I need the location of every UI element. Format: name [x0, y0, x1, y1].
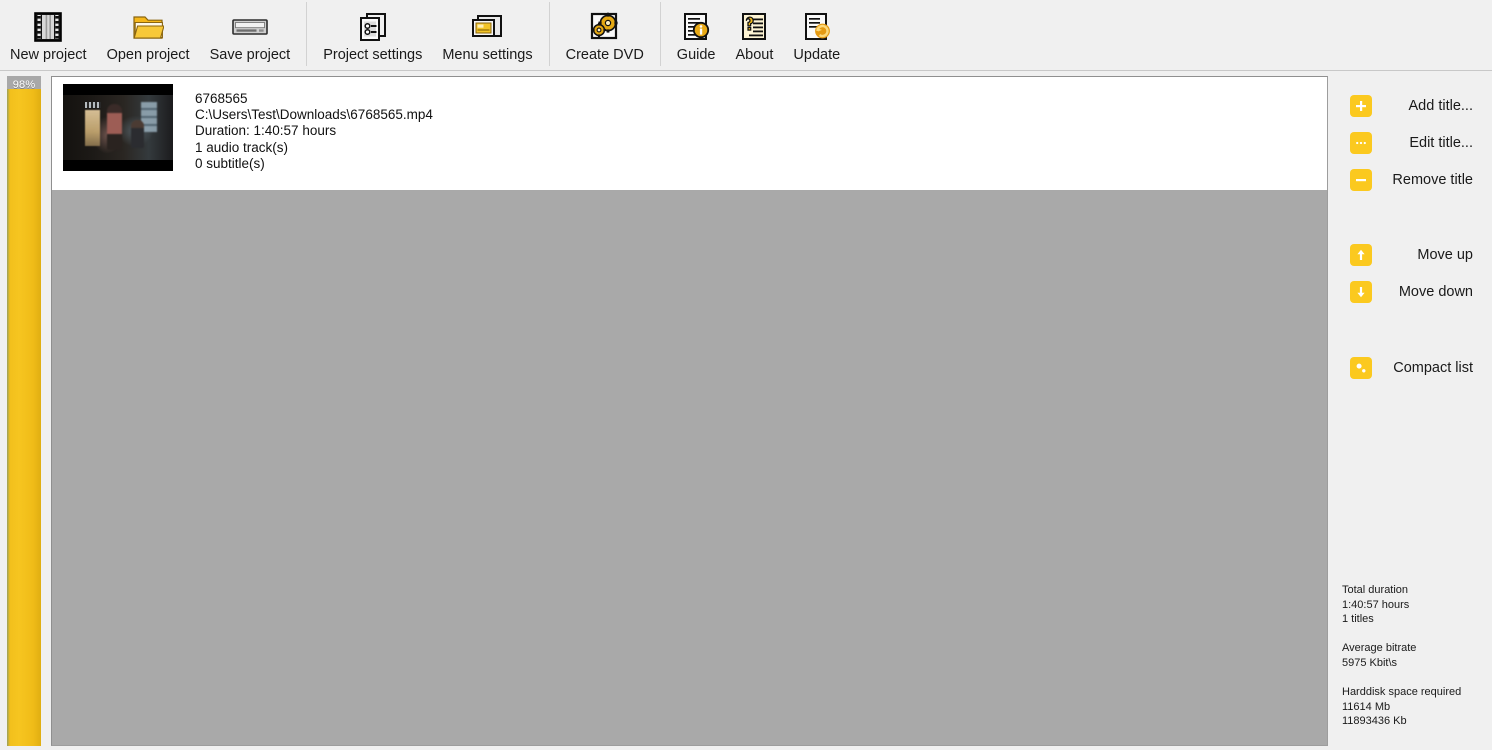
toolbar-group-project: New project Open project Save project — [0, 0, 300, 70]
toolbar-label: Open project — [106, 47, 190, 63]
sidebar-label: Move down — [1398, 284, 1473, 300]
plus-icon — [1350, 95, 1372, 117]
stats-bitrate-value: 5975 Kbit\s — [1342, 656, 1398, 669]
toolbar-button-save-project[interactable]: Save project — [200, 0, 301, 70]
toolbar-label: Menu settings — [442, 47, 533, 63]
sidebar-button-edit-title[interactable]: Edit title... — [1331, 130, 1492, 156]
toolbar-button-create-dvd[interactable]: Create DVD — [556, 0, 654, 70]
toolbar-button-menu-settings[interactable]: Menu settings — [432, 0, 542, 70]
title-thumbnail — [63, 84, 173, 171]
toolbar-button-guide[interactable]: Guide — [667, 0, 726, 70]
folder-open-icon — [132, 9, 165, 45]
toolbar-label: Guide — [676, 47, 716, 63]
stats-titles-count: 1 titles — [1342, 613, 1374, 625]
thumbnail-doorway — [85, 110, 100, 146]
title-path: C:\Users\Test\Downloads\6768565.mp4 — [195, 107, 433, 123]
stats-harddisk-kb: 11893436 Kb — [1342, 715, 1407, 727]
window-bottom-edge — [0, 746, 1492, 750]
toolbar-label: Create DVD — [565, 47, 644, 63]
stats-harddisk-mb: 11614 Mb — [1342, 700, 1391, 713]
toolbar-label: About — [735, 47, 774, 63]
toolbar-label: Save project — [209, 47, 291, 63]
minus-icon — [1350, 169, 1372, 191]
stats-harddisk-space: Harddisk space required 11614 Mb 1189343… — [1342, 685, 1492, 729]
menu-settings-icon — [471, 9, 503, 45]
title-audio-tracks: 1 audio track(s) — [195, 139, 289, 155]
sidebar-button-remove-title[interactable]: Remove title — [1331, 167, 1492, 193]
arrow-up-icon — [1350, 244, 1372, 266]
update-document-icon — [802, 9, 832, 45]
title-list-item[interactable]: 6768565 C:\Users\Test\Downloads\6768565.… — [52, 77, 1327, 190]
stats-total-duration-label: Total duration — [1342, 584, 1409, 596]
toolbar-button-open-project[interactable]: Open project — [97, 0, 200, 70]
title-subtitles: 0 subtitle(s) — [195, 155, 265, 171]
dvd-authoring-window: New project Open project Save project Pr… — [0, 0, 1492, 750]
disc-usage-progress-bar: 98% — [7, 76, 41, 746]
ellipsis-icon — [1350, 132, 1372, 154]
title-duration: Duration: 1:40:57 hours — [195, 123, 337, 139]
toolbar-button-about[interactable]: About — [726, 0, 784, 70]
toolbar-group-settings: Project settings Menu settings — [313, 0, 542, 70]
gears-disc-icon — [588, 9, 622, 45]
toolbar-separator-3 — [659, 2, 661, 66]
disc-usage-percent-label: 98% — [12, 79, 36, 91]
title-list-panel[interactable]: 6768565 C:\Users\Test\Downloads\6768565.… — [51, 76, 1328, 746]
compact-list-icon — [1350, 357, 1372, 379]
sidebar-label: Move up — [1417, 247, 1473, 263]
toolbar-separator-2 — [548, 2, 550, 66]
sidebar-label: Edit title... — [1409, 135, 1473, 151]
toolbar-button-update[interactable]: Update — [783, 0, 850, 70]
toolbar-button-project-settings[interactable]: Project settings — [313, 0, 432, 70]
arrow-down-icon — [1350, 281, 1372, 303]
disc-usage-progress-fill — [7, 89, 41, 746]
stats-total-duration-value: 1:40:57 hours — [1342, 598, 1410, 611]
toolbar-group-help: Guide About Update — [667, 0, 850, 70]
sidebar-label: Compact list — [1393, 360, 1473, 376]
film-strip-icon — [33, 9, 63, 45]
sidebar-label: Add title... — [1408, 98, 1473, 114]
toolbar-label: Project settings — [323, 47, 423, 63]
sidebar-label: Remove title — [1392, 172, 1473, 188]
sidebar-button-move-up[interactable]: Move up — [1331, 242, 1492, 268]
title-name: 6768565 — [195, 91, 248, 106]
toolbar-group-create: Create DVD — [556, 0, 654, 70]
thumbnail-figure-main — [107, 104, 122, 150]
stats-harddisk-label: Harddisk space required — [1342, 686, 1462, 698]
thumbnail-vent — [85, 102, 101, 108]
sidebar-button-move-down[interactable]: Move down — [1331, 279, 1492, 305]
stats-bitrate-label: Average bitrate — [1342, 642, 1417, 654]
question-document-icon — [739, 9, 769, 45]
project-settings-icon — [357, 9, 389, 45]
sidebar-button-compact-list[interactable]: Compact list — [1331, 355, 1492, 381]
toolbar-button-new-project[interactable]: New project — [0, 0, 97, 70]
right-sidebar: Add title... Edit title... Remove title — [1331, 71, 1492, 750]
thumbnail-figure-secondary — [131, 120, 144, 148]
toolbar-separator-1 — [306, 2, 308, 66]
floppy-disk-icon — [232, 9, 268, 45]
toolbar-label: New project — [10, 47, 87, 63]
info-document-icon — [681, 9, 711, 45]
main-toolbar: New project Open project Save project Pr… — [0, 0, 1492, 71]
toolbar-label: Update — [793, 47, 841, 63]
sidebar-button-add-title[interactable]: Add title... — [1331, 93, 1492, 119]
stats-average-bitrate: Average bitrate 5975 Kbit\s — [1342, 641, 1492, 670]
title-metadata: 6768565 C:\Users\Test\Downloads\6768565.… — [173, 84, 433, 172]
stats-total-duration: Total duration 1:40:57 hours 1 titles — [1342, 583, 1492, 627]
